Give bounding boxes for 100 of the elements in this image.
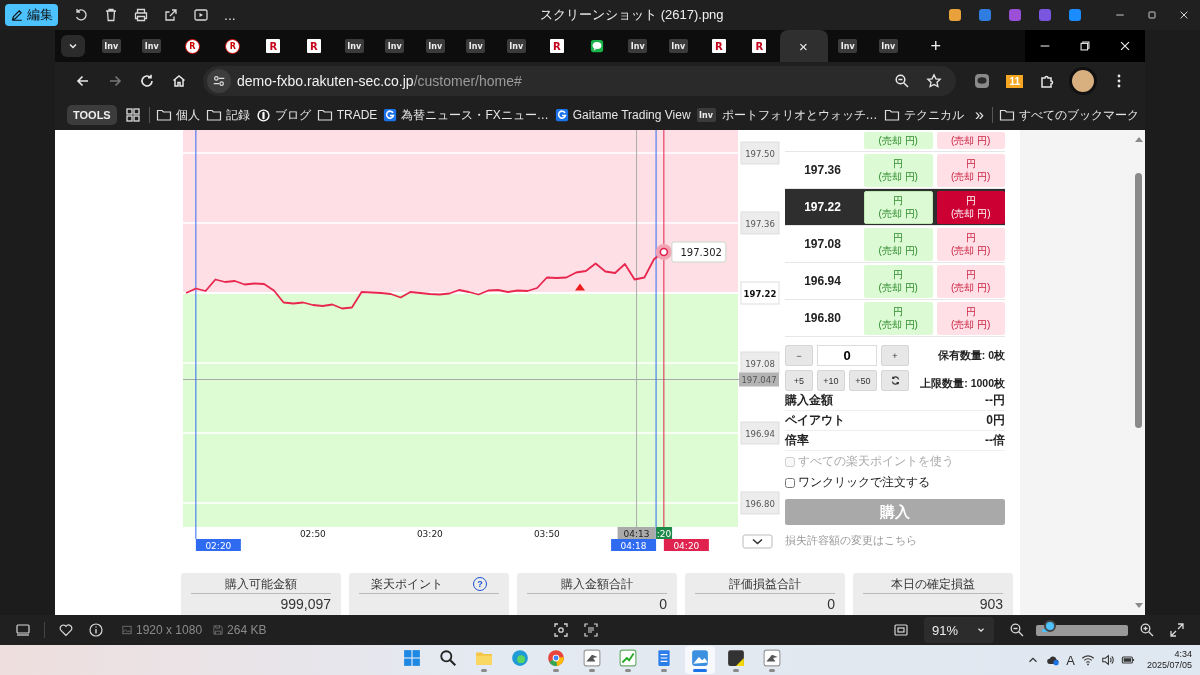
- high-button[interactable]: 円 (売却 円): [864, 301, 933, 335]
- low-button[interactable]: 円 (売却 円): [936, 153, 1005, 187]
- printer-icon[interactable]: [133, 7, 149, 23]
- browser-tab[interactable]: Inv: [868, 30, 909, 62]
- bookmark[interactable]: Inv ポートフォリオとウォッチ…: [696, 106, 878, 124]
- bookmark-label[interactable]: ブログ: [274, 106, 311, 124]
- more-button[interactable]: ...: [216, 7, 244, 23]
- close-icon[interactable]: [1178, 9, 1190, 21]
- bookmark-label[interactable]: テクニカル: [903, 106, 964, 124]
- browser-tab[interactable]: R: [172, 30, 213, 62]
- close-icon[interactable]: [1118, 39, 1132, 53]
- profile-avatar[interactable]: [1069, 67, 1097, 95]
- price-row[interactable]: 197.36 円 (売却 円) 円 (売却 円): [785, 152, 1005, 189]
- clock-date[interactable]: 2025/07/05: [1146, 660, 1192, 671]
- app-icon[interactable]: [977, 7, 993, 23]
- sticky-note-icon[interactable]: [727, 648, 746, 667]
- heart-icon[interactable]: [58, 622, 74, 638]
- high-button[interactable]: (売却 円): [864, 132, 933, 149]
- scroll-up-icon[interactable]: [1133, 135, 1144, 143]
- search-icon[interactable]: [439, 648, 458, 667]
- bookmark-label[interactable]: TRADE: [336, 108, 378, 122]
- high-button[interactable]: 円 (売却 円): [864, 190, 933, 224]
- zoom-out-icon[interactable]: [1009, 622, 1025, 638]
- browser-tab[interactable]: R: [698, 30, 739, 62]
- info-icon[interactable]: [88, 622, 104, 638]
- battery-icon[interactable]: [1120, 653, 1135, 667]
- more-bookmarks-button[interactable]: »: [975, 106, 984, 124]
- scan-icon[interactable]: [553, 622, 570, 638]
- price-row[interactable]: 197.08 円 (売却 円) 円 (売却 円): [785, 226, 1005, 263]
- browser-tab[interactable]: Inv: [617, 30, 658, 62]
- photos-app-icon[interactable]: [691, 648, 710, 667]
- star-icon[interactable]: [926, 73, 943, 89]
- scrollbar-thumb[interactable]: [1135, 173, 1142, 428]
- dropdown-button[interactable]: [742, 534, 773, 549]
- high-button[interactable]: 円 (売却 円): [864, 153, 933, 187]
- bird-logo-icon[interactable]: [763, 648, 782, 667]
- zoom-dropdown[interactable]: 91%: [924, 617, 994, 643]
- bookmark[interactable]: TRADE: [316, 107, 378, 123]
- high-button[interactable]: 円 (売却 円): [864, 227, 933, 261]
- clock-time[interactable]: 4:34: [1174, 649, 1192, 660]
- browser-tab[interactable]: Inv: [496, 30, 537, 62]
- bookmark-label[interactable]: ポートフォリオとウォッチ…: [721, 106, 878, 124]
- trash-icon[interactable]: [103, 7, 119, 23]
- tab-list-button[interactable]: [61, 35, 85, 57]
- browser-tab[interactable]: R: [536, 30, 577, 62]
- site-settings-icon[interactable]: [212, 74, 226, 88]
- tools-button[interactable]: TOOLS: [67, 105, 117, 125]
- app-icon[interactable]: [947, 7, 963, 23]
- input-mode-indicator[interactable]: A: [1066, 652, 1075, 668]
- increment-button[interactable]: +: [881, 345, 909, 366]
- app-icon[interactable]: [1067, 7, 1083, 23]
- checkbox[interactable]: [785, 477, 795, 488]
- back-icon[interactable]: [75, 73, 91, 89]
- share-icon[interactable]: [163, 7, 179, 23]
- filmstrip-icon[interactable]: [15, 622, 31, 638]
- reset-button[interactable]: [881, 370, 909, 391]
- fullscreen-icon[interactable]: [1169, 622, 1185, 638]
- bird-logo-icon[interactable]: [583, 648, 602, 667]
- price-row[interactable]: 197.22 円 (売却 円) 円 (売却 円): [785, 189, 1005, 226]
- browser-tab[interactable]: R: [212, 30, 253, 62]
- address-bar[interactable]: demo-fxbo.rakuten-sec.co.jp/customer/home#: [203, 66, 957, 96]
- step-button[interactable]: +5: [785, 370, 813, 391]
- browser-tab[interactable]: Inv: [658, 30, 699, 62]
- scroll-down-icon[interactable]: [1133, 602, 1144, 610]
- browser-tab[interactable]: R: [739, 30, 780, 62]
- bookmark-label[interactable]: 記録: [225, 106, 250, 124]
- browser-tab[interactable]: Inv: [455, 30, 496, 62]
- bookmark[interactable]: テクニカル: [883, 106, 964, 124]
- speaker-icon[interactable]: [1100, 653, 1115, 667]
- browser-icon[interactable]: [511, 648, 530, 667]
- chart-app-icon[interactable]: [619, 648, 638, 667]
- browser-tab[interactable]: Inv: [827, 30, 868, 62]
- restore-icon[interactable]: [1078, 39, 1092, 53]
- zoom-icon[interactable]: [894, 73, 911, 89]
- low-button[interactable]: 円 (売却 円): [936, 264, 1005, 298]
- decrement-button[interactable]: −: [785, 345, 813, 366]
- app-icon[interactable]: [1037, 7, 1053, 23]
- browser-tab[interactable]: Inv: [374, 30, 415, 62]
- app-icon[interactable]: [1007, 7, 1023, 23]
- browser-tab[interactable]: Inv: [415, 30, 456, 62]
- bookmark[interactable]: ブログ: [255, 106, 311, 124]
- browser-tab[interactable]: R: [253, 30, 294, 62]
- step-button[interactable]: +10: [817, 370, 845, 391]
- low-button[interactable]: 円 (売却 円): [936, 301, 1005, 335]
- zoom-in-icon[interactable]: [1139, 622, 1155, 638]
- bookmark[interactable]: 記録: [205, 106, 250, 124]
- wifi-icon[interactable]: [1080, 653, 1095, 667]
- high-button[interactable]: 円 (売却 円): [864, 264, 933, 298]
- chat-bubble-icon[interactable]: [974, 73, 991, 89]
- forward-icon[interactable]: [107, 73, 123, 89]
- apps-grid-icon[interactable]: [124, 107, 141, 123]
- fit-icon[interactable]: [893, 622, 909, 638]
- puzzle-icon[interactable]: [1039, 73, 1055, 89]
- step-button[interactable]: +50: [849, 370, 877, 391]
- edit-button[interactable]: 編集: [5, 4, 58, 26]
- browser-tab[interactable]: Inv: [91, 30, 132, 62]
- slider-thumb[interactable]: [1043, 620, 1056, 632]
- rotate-icon[interactable]: [73, 7, 89, 23]
- slideshow-icon[interactable]: [193, 7, 209, 23]
- low-button[interactable]: 円 (売却 円): [936, 227, 1005, 261]
